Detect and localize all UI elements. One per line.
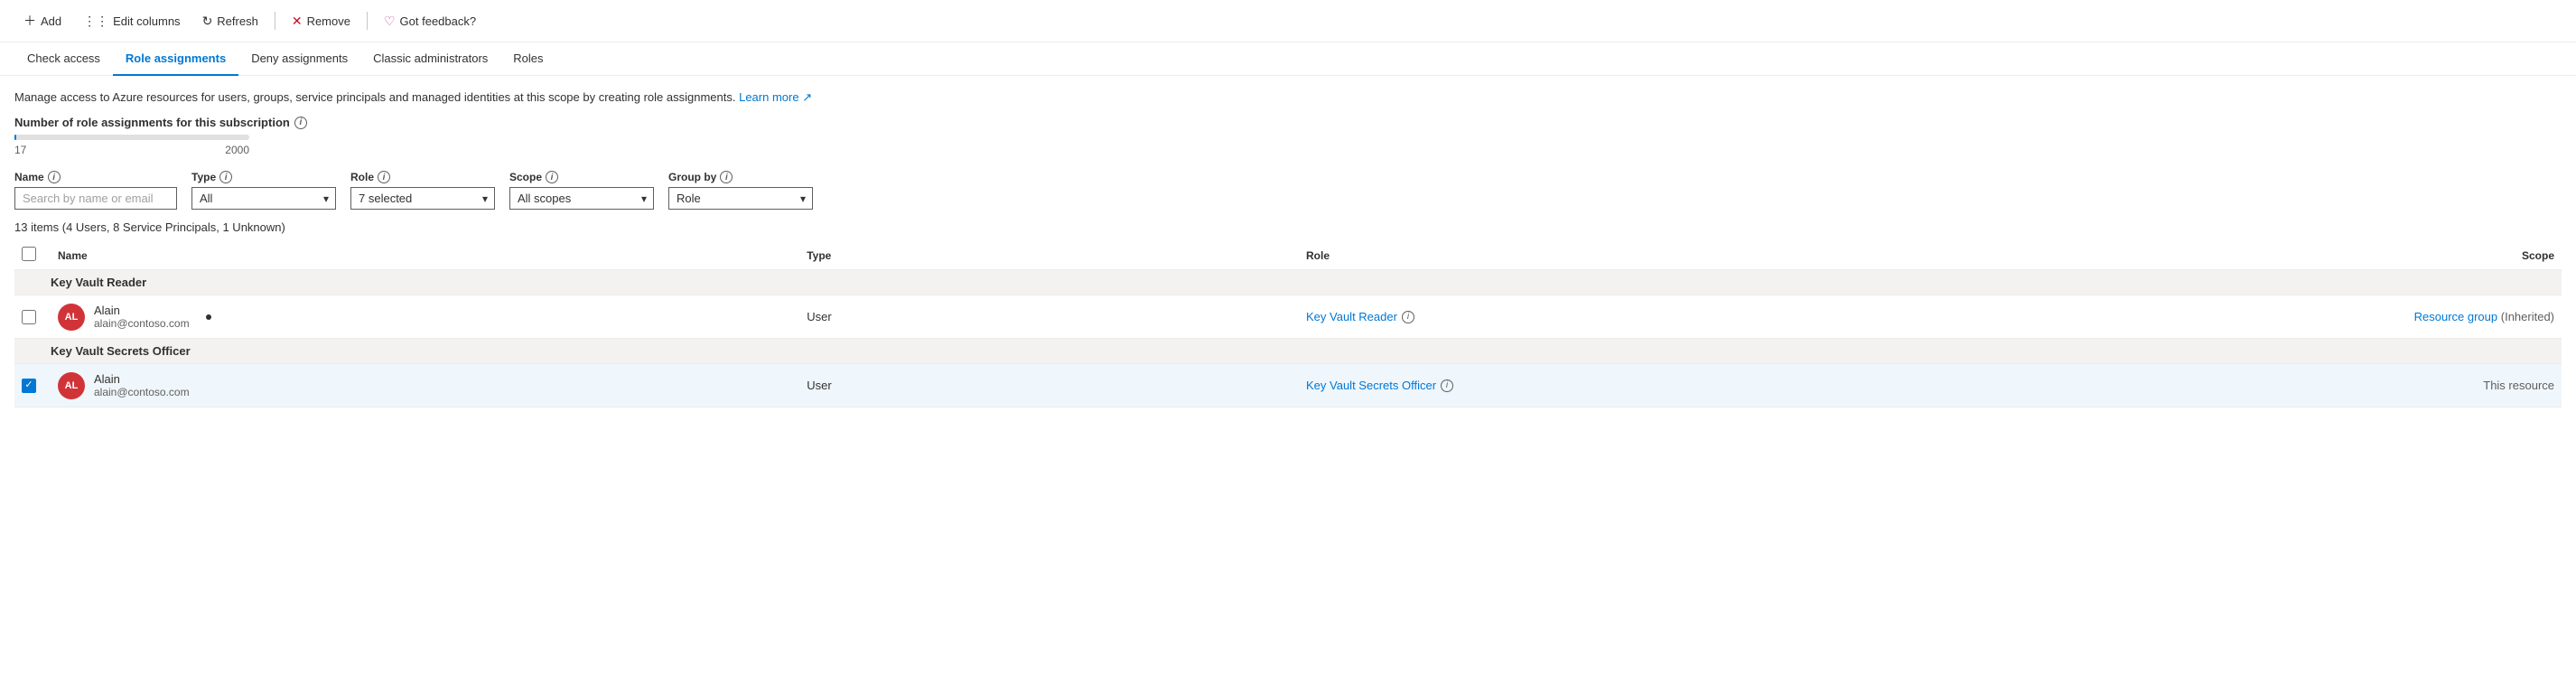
filter-scope-label: Scope i bbox=[509, 171, 654, 183]
row-1-avatar: AL bbox=[58, 304, 85, 331]
table-row: AL Alain alain@contoso.com User Key Vaul… bbox=[14, 295, 2562, 339]
filter-name-label: Name i bbox=[14, 171, 177, 183]
scope-filter-wrapper: All scopes This resource Inherited bbox=[509, 187, 654, 210]
quota-label: Number of role assignments for this subs… bbox=[14, 116, 2562, 129]
tab-check-access[interactable]: Check access bbox=[14, 42, 113, 76]
items-count: 13 items (4 Users, 8 Service Principals,… bbox=[14, 220, 2562, 234]
groupby-filter-wrapper: Role Type Scope bbox=[668, 187, 813, 210]
quota-range: 17 2000 bbox=[14, 144, 249, 156]
group-header-key-vault-reader: Key Vault Reader bbox=[14, 270, 2562, 295]
row-2-avatar: AL bbox=[58, 372, 85, 399]
role-filter-select[interactable]: 7 selected All bbox=[350, 187, 495, 210]
filter-groupby-label: Group by i bbox=[668, 171, 813, 183]
type-filter-wrapper: All User Group Service Principal Managed… bbox=[191, 187, 336, 210]
filter-name-group: Name i bbox=[14, 171, 177, 210]
columns-icon: ⋮⋮ bbox=[83, 14, 108, 29]
filter-role-group: Role i 7 selected All bbox=[350, 171, 495, 210]
quota-info-icon[interactable]: i bbox=[294, 117, 307, 129]
row-1-email: alain@contoso.com bbox=[94, 317, 190, 330]
row-1-checkbox[interactable] bbox=[22, 310, 36, 324]
row-2-role-info-icon[interactable]: i bbox=[1441, 379, 1453, 392]
row-2-name-info: Alain alain@contoso.com bbox=[94, 372, 190, 398]
add-button[interactable]: ＋ Add bbox=[14, 7, 70, 34]
header-checkbox-cell bbox=[22, 247, 58, 264]
row-2-email: alain@contoso.com bbox=[94, 386, 190, 398]
remove-label: Remove bbox=[307, 14, 350, 28]
divider-2 bbox=[367, 12, 368, 30]
remove-button[interactable]: ✕ Remove bbox=[283, 9, 359, 33]
add-label: Add bbox=[41, 14, 61, 28]
row-2-role-link[interactable]: Key Vault Secrets Officer bbox=[1306, 379, 1436, 392]
header-type: Type bbox=[807, 249, 1306, 262]
row-1-name-info: Alain alain@contoso.com bbox=[94, 304, 190, 330]
row-2-type: User bbox=[807, 379, 1306, 392]
header-scope: Scope bbox=[2055, 249, 2554, 262]
row-2-scope-extra: This resource bbox=[2483, 379, 2554, 392]
edit-columns-label: Edit columns bbox=[113, 14, 180, 28]
row-1-name: Alain bbox=[94, 304, 190, 317]
table-row: AL Alain alain@contoso.com User Key Vaul… bbox=[14, 364, 2562, 407]
type-filter-info-icon[interactable]: i bbox=[219, 171, 232, 183]
row-1-role-link[interactable]: Key Vault Reader bbox=[1306, 310, 1397, 323]
row-1-checkbox-cell bbox=[22, 310, 58, 324]
row-1-role: Key Vault Reader i bbox=[1306, 310, 2055, 323]
row-2-checkbox-cell bbox=[22, 379, 58, 393]
quota-current: 17 bbox=[14, 144, 26, 156]
row-2-checkbox[interactable] bbox=[22, 379, 36, 393]
role-filter-info-icon[interactable]: i bbox=[378, 171, 390, 183]
row-1-scope-extra: (Inherited) bbox=[2501, 310, 2554, 323]
tab-classic-administrators[interactable]: Classic administrators bbox=[360, 42, 500, 76]
name-filter-info-icon[interactable]: i bbox=[48, 171, 61, 183]
role-filter-wrapper: 7 selected All bbox=[350, 187, 495, 210]
main-content: Manage access to Azure resources for use… bbox=[0, 76, 2576, 422]
filters-section: Name i Type i All User Group Service Pri… bbox=[14, 171, 2562, 210]
add-icon: ＋ bbox=[23, 12, 36, 30]
tab-deny-assignments[interactable]: Deny assignments bbox=[238, 42, 360, 76]
row-1-role-info-icon[interactable]: i bbox=[1402, 311, 1414, 323]
edit-columns-button[interactable]: ⋮⋮ Edit columns bbox=[74, 9, 189, 33]
remove-icon: ✕ bbox=[292, 14, 303, 29]
quota-max: 2000 bbox=[225, 144, 249, 156]
quota-progress-bar bbox=[14, 135, 249, 140]
group-header-key-vault-secrets-officer: Key Vault Secrets Officer bbox=[14, 339, 2562, 364]
row-1-scope: Resource group (Inherited) bbox=[2055, 310, 2554, 323]
filter-type-group: Type i All User Group Service Principal … bbox=[191, 171, 336, 210]
row-1-dot bbox=[206, 314, 211, 320]
refresh-icon: ↻ bbox=[202, 14, 213, 29]
learn-more-link[interactable]: Learn more ↗ bbox=[739, 90, 812, 104]
feedback-label: Got feedback? bbox=[400, 14, 477, 28]
tab-roles[interactable]: Roles bbox=[500, 42, 555, 76]
filter-scope-group: Scope i All scopes This resource Inherit… bbox=[509, 171, 654, 210]
tabs-bar: Check access Role assignments Deny assig… bbox=[0, 42, 2576, 76]
header-role: Role bbox=[1306, 249, 2055, 262]
filter-role-label: Role i bbox=[350, 171, 495, 183]
row-1-type: User bbox=[807, 310, 1306, 323]
groupby-filter-info-icon[interactable]: i bbox=[720, 171, 733, 183]
select-all-checkbox[interactable] bbox=[22, 247, 36, 261]
refresh-button[interactable]: ↻ Refresh bbox=[193, 9, 267, 33]
feedback-button[interactable]: ♡ Got feedback? bbox=[375, 9, 485, 33]
refresh-label: Refresh bbox=[217, 14, 258, 28]
table-header: Name Type Role Scope bbox=[14, 241, 2562, 270]
toolbar: ＋ Add ⋮⋮ Edit columns ↻ Refresh ✕ Remove… bbox=[0, 0, 2576, 42]
scope-filter-select[interactable]: All scopes This resource Inherited bbox=[509, 187, 654, 210]
quota-progress-fill bbox=[14, 135, 16, 140]
feedback-icon: ♡ bbox=[384, 14, 396, 29]
description-text: Manage access to Azure resources for use… bbox=[14, 90, 2562, 105]
groupby-filter-select[interactable]: Role Type Scope bbox=[668, 187, 813, 210]
tab-role-assignments[interactable]: Role assignments bbox=[113, 42, 238, 76]
type-filter-select[interactable]: All User Group Service Principal Managed… bbox=[191, 187, 336, 210]
row-2-name: Alain bbox=[94, 372, 190, 386]
filter-groupby-group: Group by i Role Type Scope bbox=[668, 171, 813, 210]
row-1-scope-link[interactable]: Resource group bbox=[2414, 310, 2501, 323]
row-2-name-cell: AL Alain alain@contoso.com bbox=[58, 372, 807, 399]
row-1-name-cell: AL Alain alain@contoso.com bbox=[58, 304, 807, 331]
quota-section: Number of role assignments for this subs… bbox=[14, 116, 2562, 156]
filter-type-label: Type i bbox=[191, 171, 336, 183]
header-name: Name bbox=[58, 249, 807, 262]
row-2-role: Key Vault Secrets Officer i bbox=[1306, 379, 2055, 392]
scope-filter-info-icon[interactable]: i bbox=[546, 171, 558, 183]
name-filter-input[interactable] bbox=[14, 187, 177, 210]
row-2-scope: This resource bbox=[2055, 379, 2554, 392]
